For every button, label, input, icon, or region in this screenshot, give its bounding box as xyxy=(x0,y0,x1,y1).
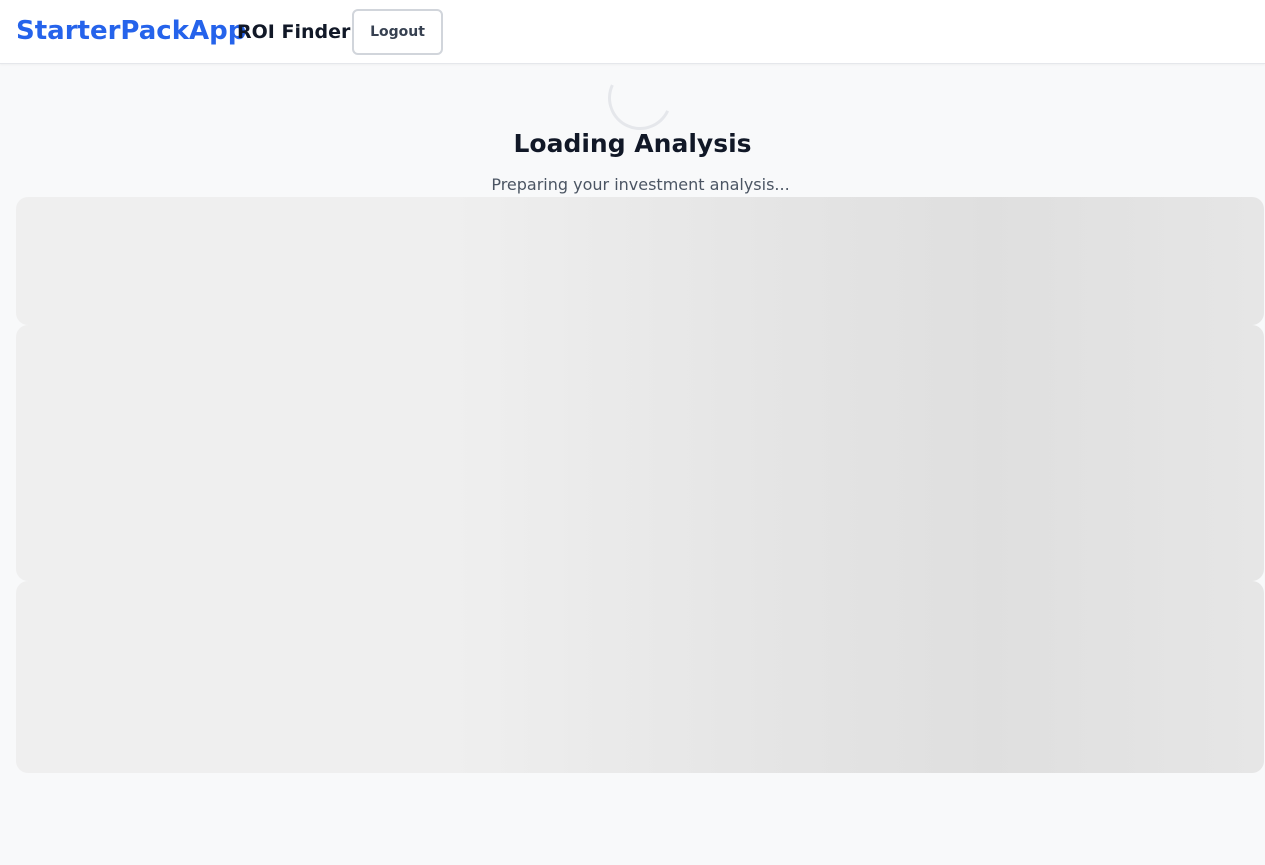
top-header: StarterPackApp ROI Finder Logout xyxy=(0,0,1265,64)
logout-button[interactable]: Logout xyxy=(352,9,443,55)
skeleton-card-details xyxy=(16,325,1264,581)
skeleton-card-footer xyxy=(16,581,1264,773)
app-subtitle: ROI Finder xyxy=(237,21,351,43)
loading-message: Preparing your investment analysis... xyxy=(491,175,790,194)
skeleton-card-summary xyxy=(16,197,1264,325)
loading-spinner-icon xyxy=(598,56,682,140)
loading-title: Loading Analysis xyxy=(513,129,752,158)
brand-logo[interactable]: StarterPackApp xyxy=(16,13,246,49)
